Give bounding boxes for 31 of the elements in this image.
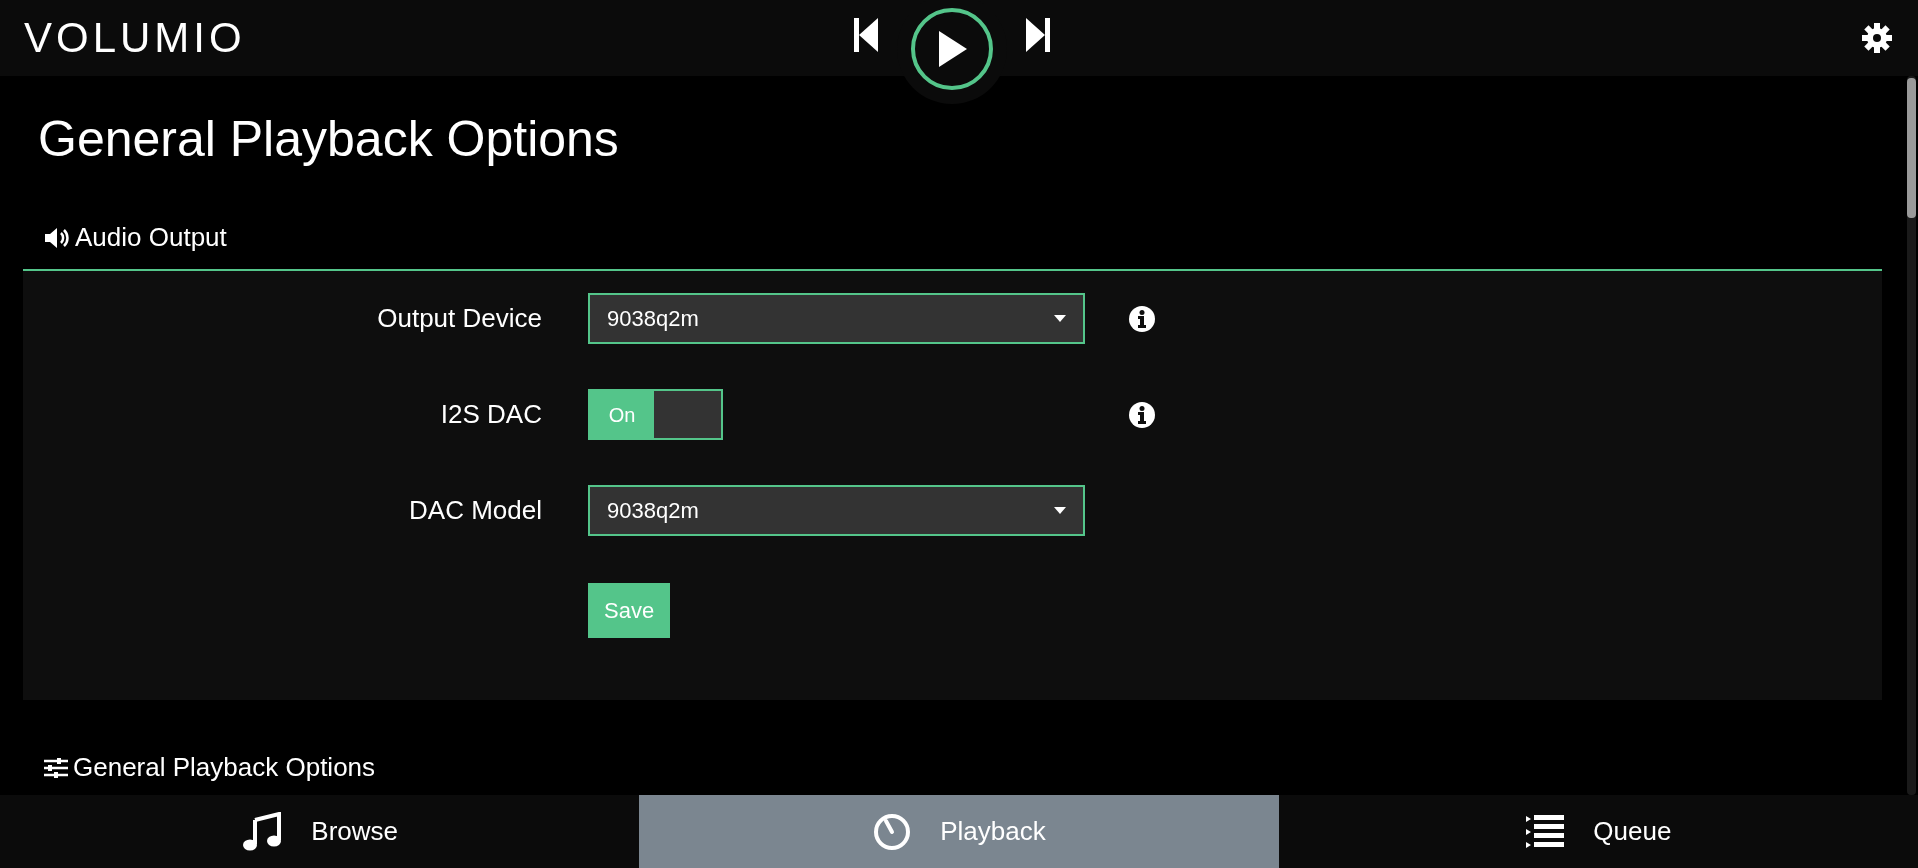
nav-tab[interactable]: Playback bbox=[639, 795, 1279, 868]
caret-icon bbox=[1054, 315, 1066, 322]
scrollbar-thumb[interactable] bbox=[1907, 78, 1916, 218]
music-note-icon bbox=[241, 811, 284, 852]
logo: VOLUMIO bbox=[24, 17, 246, 59]
play-icon bbox=[937, 31, 967, 67]
settings-button[interactable] bbox=[1860, 21, 1894, 55]
speaker-icon bbox=[43, 226, 71, 249]
sliders-icon bbox=[43, 756, 69, 779]
info-button[interactable] bbox=[1128, 400, 1156, 429]
caret-icon bbox=[1054, 507, 1066, 514]
field-label: Output Device bbox=[376, 302, 542, 335]
info-button[interactable] bbox=[1128, 304, 1156, 333]
section-title: General Playback Options bbox=[73, 751, 376, 784]
dropdown[interactable]: 9038q2m bbox=[588, 485, 1085, 536]
previous-icon bbox=[854, 18, 878, 52]
dropdown[interactable]: 9038q2m bbox=[588, 293, 1085, 344]
info-icon bbox=[1128, 304, 1156, 333]
settings-icon bbox=[1861, 22, 1893, 54]
scrollbar[interactable] bbox=[1907, 76, 1916, 795]
dial-icon bbox=[872, 811, 913, 852]
section-title: Audio Output bbox=[75, 221, 227, 254]
list-icon bbox=[1525, 813, 1566, 850]
page-title: General Playback Options bbox=[37, 110, 620, 169]
next-button[interactable] bbox=[1023, 17, 1053, 53]
field-label: DAC Model bbox=[408, 494, 542, 527]
info-icon bbox=[1128, 400, 1156, 429]
play-button[interactable] bbox=[911, 8, 993, 90]
field-label: I2S DAC bbox=[439, 398, 542, 431]
previous-button[interactable] bbox=[851, 17, 881, 53]
next-icon bbox=[1026, 18, 1050, 52]
